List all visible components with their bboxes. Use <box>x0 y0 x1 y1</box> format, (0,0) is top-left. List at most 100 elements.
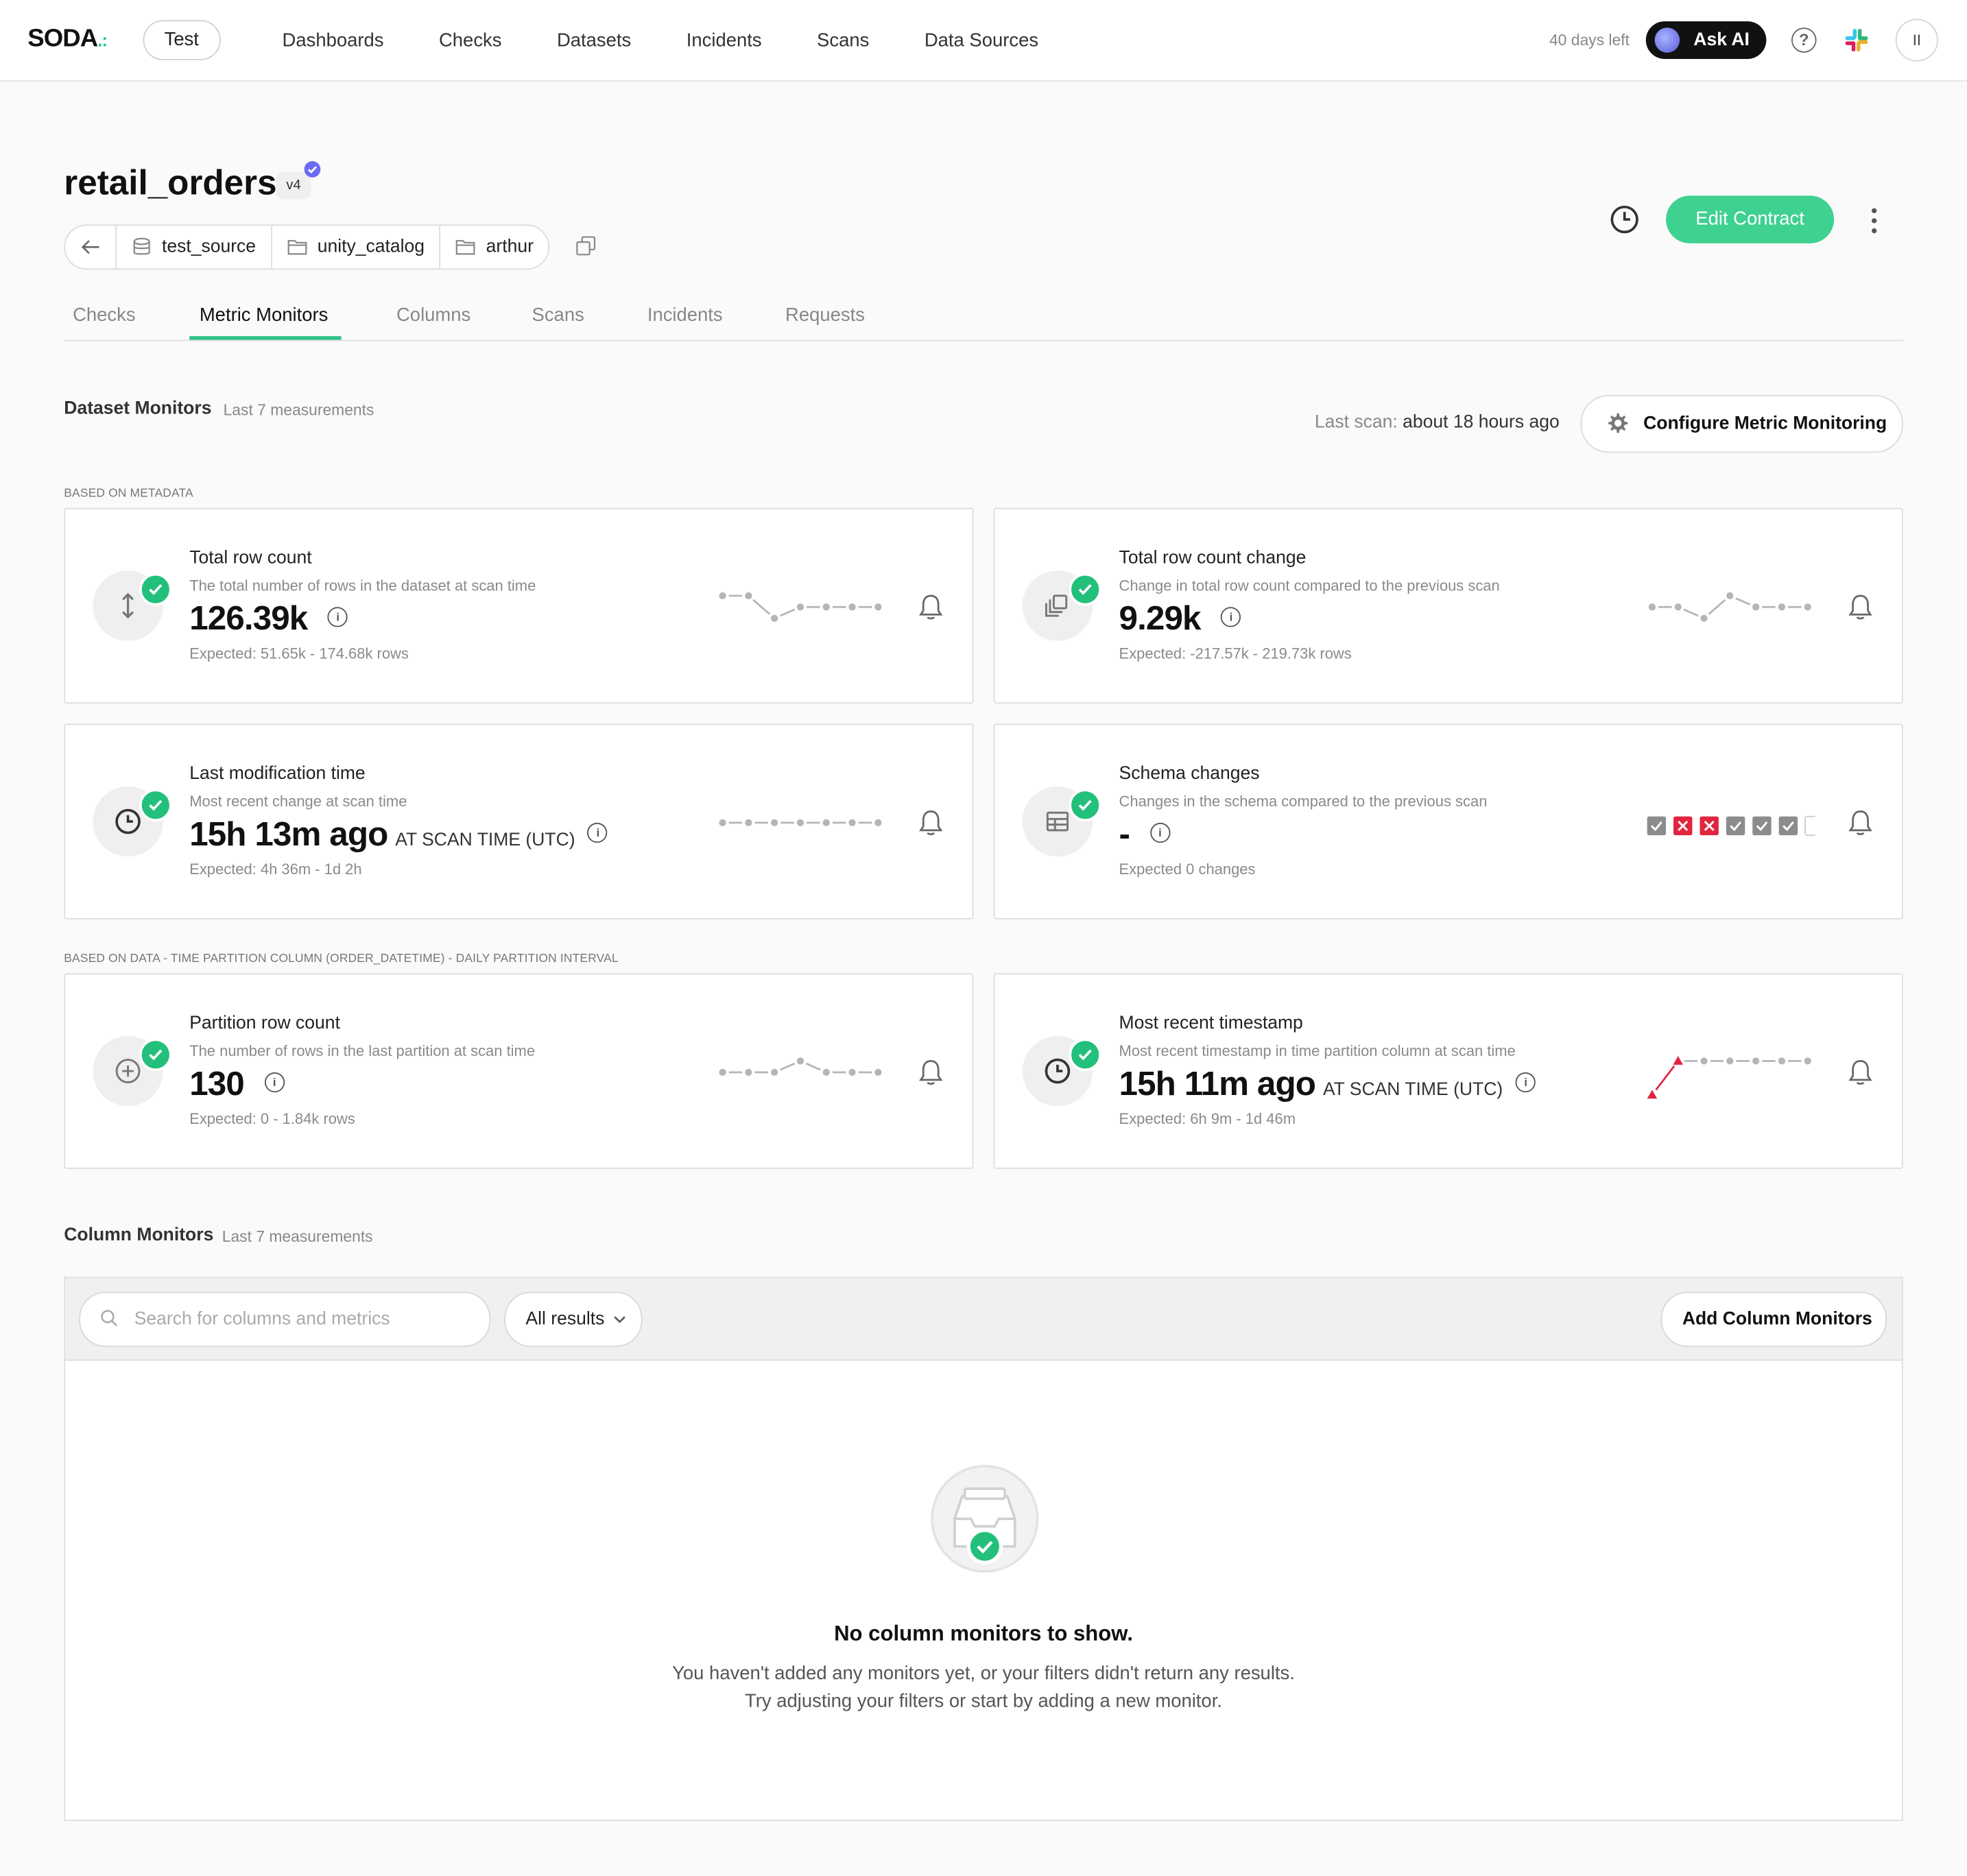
edit-contract-button[interactable]: Edit Contract <box>1666 195 1835 243</box>
bell-icon[interactable] <box>1848 809 1873 837</box>
sparkline-point[interactable] <box>822 1068 830 1077</box>
sparkline-point[interactable] <box>719 819 726 827</box>
schema-change-empty[interactable] <box>1804 815 1815 837</box>
bell-icon[interactable] <box>918 1059 944 1086</box>
more-options-icon[interactable] <box>1867 207 1882 234</box>
info-icon[interactable]: i <box>587 822 608 843</box>
sparkline-point[interactable] <box>1804 603 1811 611</box>
soda-logo[interactable]: SODA.: <box>27 25 108 54</box>
copy-icon[interactable] <box>576 236 596 256</box>
monitor-card[interactable]: Partition row count The number of rows i… <box>64 973 974 1169</box>
info-icon[interactable]: i <box>1220 607 1241 627</box>
configure-metric-monitoring-button[interactable]: Configure Metric Monitoring <box>1580 395 1903 453</box>
sparkline-chart[interactable] <box>715 800 886 850</box>
sparkline-point[interactable] <box>1700 614 1708 622</box>
sparkline-point[interactable] <box>1726 1057 1734 1065</box>
sparkline-point[interactable] <box>771 1068 778 1077</box>
monitor-card[interactable]: Schema changes Changes in the schema com… <box>993 723 1903 919</box>
sparkline-chart[interactable] <box>1645 584 1815 634</box>
sparkline-point[interactable] <box>848 819 856 827</box>
monitor-title[interactable]: Partition row count <box>189 1013 340 1033</box>
bell-icon[interactable] <box>1848 1059 1873 1086</box>
anomaly-point[interactable] <box>1647 1090 1658 1099</box>
sparkline-point[interactable] <box>796 819 804 827</box>
sparkline-point[interactable] <box>874 819 882 827</box>
sparkline-point[interactable] <box>848 603 856 611</box>
breadcrumb-schema[interactable]: arthur <box>441 226 549 268</box>
results-filter-dropdown[interactable]: All results <box>504 1291 643 1347</box>
nav-dashboards[interactable]: Dashboards <box>283 30 384 51</box>
user-menu-button[interactable]: II <box>1895 19 1938 62</box>
breadcrumb-catalog[interactable]: unity_catalog <box>272 226 441 269</box>
info-icon[interactable]: i <box>1149 822 1170 843</box>
sparkline-point[interactable] <box>745 592 752 599</box>
sparkline-chart[interactable] <box>715 1050 886 1100</box>
tab-requests[interactable]: Requests <box>785 304 865 326</box>
sparkline-point[interactable] <box>1778 603 1786 611</box>
sparkline-point[interactable] <box>1674 603 1682 611</box>
sparkline-point[interactable] <box>719 1068 726 1077</box>
tab-scans[interactable]: Scans <box>532 304 584 326</box>
sparkline-point[interactable] <box>1752 603 1760 611</box>
schema-change-ok[interactable] <box>1647 816 1667 836</box>
schema-change-ok[interactable] <box>1726 816 1745 836</box>
schema-history[interactable] <box>1645 800 1815 850</box>
sparkline-point[interactable] <box>719 592 726 599</box>
info-icon[interactable]: i <box>1515 1072 1536 1092</box>
sparkline-point[interactable] <box>1778 1057 1786 1065</box>
sparkline-chart[interactable] <box>1645 1050 1815 1100</box>
nav-incidents[interactable]: Incidents <box>687 30 762 51</box>
add-column-monitors-button[interactable]: Add Column Monitors <box>1660 1291 1887 1347</box>
breadcrumb-datasource[interactable]: test_source <box>117 226 272 269</box>
org-switcher[interactable]: Test <box>143 20 221 60</box>
sparkline-point[interactable] <box>1726 592 1734 599</box>
sparkline-point[interactable] <box>822 819 830 827</box>
schema-change-ok[interactable] <box>1778 816 1798 836</box>
history-clock-icon[interactable] <box>1610 204 1640 234</box>
slack-icon[interactable] <box>1844 27 1870 53</box>
nav-scans[interactable]: Scans <box>817 30 869 51</box>
tab-columns[interactable]: Columns <box>396 304 470 326</box>
monitor-card[interactable]: Most recent timestamp Most recent timest… <box>993 973 1903 1169</box>
sparkline-point[interactable] <box>745 1068 752 1077</box>
monitor-title[interactable]: Most recent timestamp <box>1119 1013 1303 1033</box>
monitor-title[interactable]: Last modification time <box>189 764 366 784</box>
sparkline-point[interactable] <box>745 819 752 827</box>
monitor-title[interactable]: Schema changes <box>1119 764 1260 784</box>
tab-checks[interactable]: Checks <box>73 304 136 326</box>
sparkline-point[interactable] <box>1752 1057 1760 1065</box>
nav-checks[interactable]: Checks <box>439 30 502 51</box>
info-icon[interactable]: i <box>264 1072 285 1092</box>
schema-change-ok[interactable] <box>1752 816 1772 836</box>
sparkline-point[interactable] <box>822 603 830 611</box>
sparkline-point[interactable] <box>874 603 882 611</box>
nav-datasets[interactable]: Datasets <box>557 30 631 51</box>
help-icon[interactable]: ? <box>1791 27 1817 53</box>
sparkline-point[interactable] <box>771 614 778 622</box>
monitor-card[interactable]: Last modification time Most recent chang… <box>64 723 974 919</box>
bell-icon[interactable] <box>1848 593 1873 621</box>
sparkline-chart[interactable] <box>715 584 886 634</box>
sparkline-point[interactable] <box>1804 1057 1811 1065</box>
sparkline-point[interactable] <box>771 819 778 827</box>
sparkline-point[interactable] <box>796 1057 804 1065</box>
monitor-card[interactable]: Total row count change Change in total r… <box>993 507 1903 704</box>
ask-ai-button[interactable]: Ask AI <box>1645 21 1767 59</box>
monitor-card[interactable]: Total row count The total number of rows… <box>64 507 974 704</box>
info-icon[interactable]: i <box>327 607 348 627</box>
sparkline-point[interactable] <box>1700 1057 1708 1065</box>
search-input[interactable]: Search for columns and metrics <box>79 1291 491 1347</box>
bell-icon[interactable] <box>918 809 944 837</box>
tab-metric-monitors[interactable]: Metric Monitors <box>200 304 329 326</box>
sparkline-point[interactable] <box>874 1068 882 1077</box>
sparkline-point[interactable] <box>1648 603 1656 611</box>
anomaly-point[interactable] <box>1673 1056 1684 1065</box>
monitor-title[interactable]: Total row count <box>189 548 311 568</box>
monitor-title[interactable]: Total row count change <box>1119 548 1307 568</box>
tab-incidents[interactable]: Incidents <box>647 304 723 326</box>
sparkline-point[interactable] <box>848 1068 856 1077</box>
sparkline-point[interactable] <box>796 603 804 611</box>
back-button[interactable] <box>65 226 117 269</box>
bell-icon[interactable] <box>918 593 944 621</box>
nav-data-sources[interactable]: Data Sources <box>925 30 1038 51</box>
